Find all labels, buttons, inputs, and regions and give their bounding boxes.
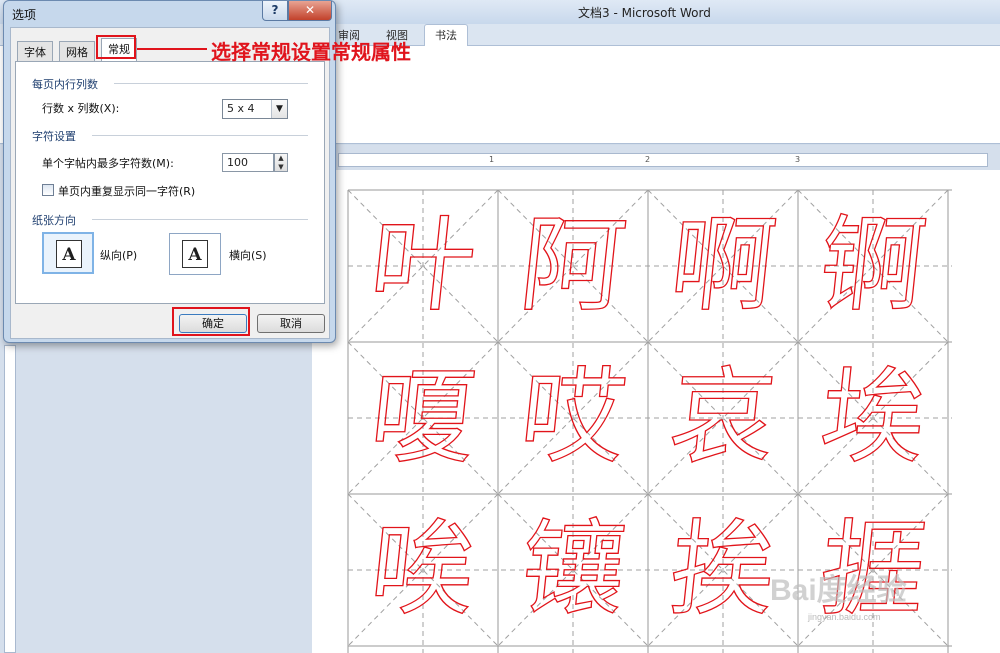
rows-cols-label: 行数 x 列数(X): — [42, 102, 120, 115]
calligraphy-char: 哎 — [514, 355, 632, 478]
calligraphy-char: 嗄 — [364, 355, 482, 478]
portrait-label[interactable]: 纵向(P) — [100, 247, 137, 263]
help-button[interactable]: ? — [262, 1, 288, 21]
horizontal-ruler[interactable]: 1 2 3 — [338, 153, 988, 167]
portrait-option[interactable]: A — [42, 232, 94, 274]
rows-cols-select[interactable]: 5 x 4 ▼ — [222, 99, 288, 119]
close-button[interactable]: ✕ — [288, 1, 332, 21]
repeat-char-label[interactable]: 单页内重复显示同一字符(R) — [58, 183, 195, 199]
calligraphy-char: 啊 — [664, 203, 782, 326]
group-chars-title: 字符设置 — [32, 130, 76, 143]
ruler-mark-2: 2 — [645, 155, 651, 164]
divider — [92, 219, 308, 220]
landscape-option[interactable]: A — [169, 233, 221, 275]
rows-cols-value: 5 x 4 — [227, 102, 255, 115]
calligraphy-char: 镶 — [514, 507, 632, 630]
calligraphy-char: 唉 — [364, 507, 482, 630]
group-rows-title: 每页内行列数 — [32, 78, 98, 91]
divider — [114, 83, 308, 84]
cancel-button[interactable]: 取消 — [257, 314, 325, 333]
divider — [92, 135, 308, 136]
tab-font[interactable]: 字体 — [17, 41, 53, 61]
baidu-watermark: Bai度经验 — [770, 574, 907, 607]
calligraphy-char: 埃 — [814, 355, 932, 478]
spin-arrows-icon[interactable]: ▲ ▼ — [274, 153, 288, 172]
tab-calligraphy[interactable]: 书法 — [424, 24, 468, 47]
repeat-char-checkbox[interactable] — [42, 184, 54, 196]
max-chars-input[interactable]: 100 — [222, 153, 274, 172]
annotation-text: 选择常规设置常规属性 — [211, 40, 411, 64]
dialog-body: 字体 网格 常规 每页内行列数 行数 x 列数(X): 5 x 4 ▼ 字符设置… — [10, 27, 330, 339]
ruler-mark-1: 1 — [489, 155, 495, 164]
highlight-ok-button — [172, 307, 250, 336]
calligraphy-char: 锕 — [814, 203, 932, 326]
page-portrait-icon: A — [56, 240, 82, 268]
ruler-mark-3: 3 — [795, 155, 801, 164]
group-orientation-title: 纸张方向 — [32, 214, 76, 227]
calligraphy-char: 哀 — [664, 355, 782, 478]
page-landscape-icon: A — [182, 240, 208, 268]
general-tab-panel: 每页内行列数 行数 x 列数(X): 5 x 4 ▼ 字符设置 单个字帖内最多字… — [15, 61, 325, 304]
calligraphy-char: 阿 — [514, 203, 632, 326]
dialog-title: 选项 — [12, 8, 37, 22]
dropdown-arrow-icon[interactable]: ▼ — [271, 100, 287, 118]
max-chars-label: 单个字帖内最多字符数(M): — [42, 157, 174, 170]
calligraphy-char: 叶 — [364, 203, 482, 326]
highlight-general-tab — [96, 35, 136, 59]
tab-grid[interactable]: 网格 — [59, 41, 95, 61]
annotation-pointer-line — [137, 48, 207, 50]
landscape-label[interactable]: 横向(S) — [229, 247, 267, 263]
vertical-ruler[interactable] — [4, 345, 16, 653]
baidu-watermark-url: jingyan.baidu.com — [808, 612, 881, 622]
window-title: 文档3 - Microsoft Word — [578, 6, 711, 20]
